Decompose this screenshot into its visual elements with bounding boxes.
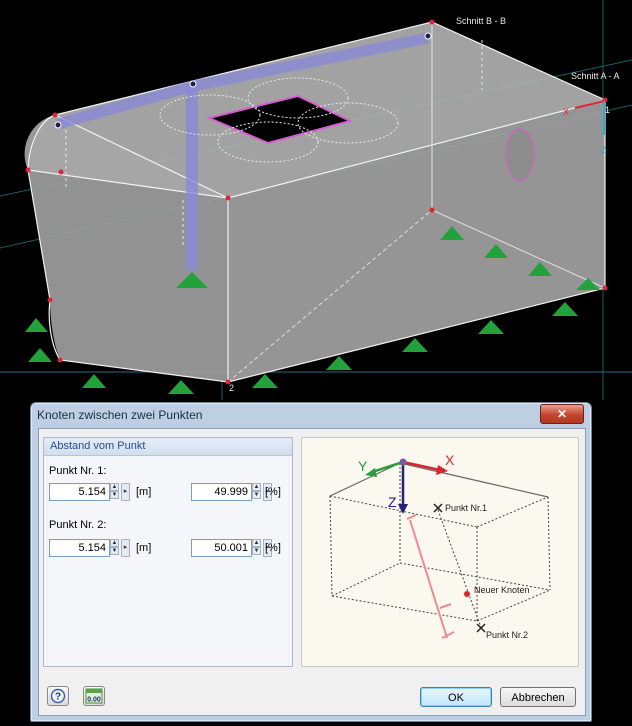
point2-distance-unit: [m] — [136, 542, 152, 554]
point1-percent-unit: [%] — [265, 486, 281, 498]
preview-point1-label: Punkt Nr.1 — [445, 503, 487, 513]
dialog-body: Abstand vom Punkt Punkt Nr. 1: 5.154 ▲ ▼ … — [38, 428, 586, 716]
units-caption: 0.00 — [87, 697, 101, 704]
point2-percent-unit: [%] — [265, 542, 281, 554]
point2-percent-spinner[interactable]: ▲ ▼ — [252, 539, 261, 557]
point1-distance-value[interactable]: 5.154 — [49, 483, 110, 501]
units-button[interactable]: 0.00 — [83, 686, 105, 706]
ok-button[interactable]: OK — [420, 687, 492, 707]
point1-percent-value[interactable]: 49.999 — [191, 483, 252, 501]
distance-group: Abstand vom Punkt Punkt Nr. 1: 5.154 ▲ ▼ … — [43, 437, 293, 667]
node-label: 2 — [229, 383, 234, 393]
point1-distance-unit: [m] — [136, 486, 152, 498]
preview-axis-y: Y — [358, 458, 368, 474]
help-button[interactable]: ? — [47, 686, 69, 706]
preview-axis-x: X — [445, 452, 455, 468]
point1-distance-arrow-icon[interactable]: ▸ — [121, 483, 130, 501]
node-label: 1 — [605, 105, 610, 115]
cancel-button[interactable]: Abbrechen — [500, 687, 576, 707]
point1-label: Punkt Nr. 1: — [49, 465, 107, 477]
node-between-points-dialog[interactable]: Knoten zwischen zwei Punkten ✕ Abstand v… — [30, 402, 592, 722]
point1-distance-spinner[interactable]: ▲ ▼ — [110, 483, 119, 501]
preview-point2-label: Punkt Nr.2 — [486, 630, 528, 640]
point2-distance-value[interactable]: 5.154 — [49, 539, 110, 557]
point2-distance-spinner[interactable]: ▲ ▼ — [110, 539, 119, 557]
group-title: Abstand vom Punkt — [50, 440, 146, 452]
section-a-label: Schnitt A - A — [571, 71, 620, 81]
axis-x-label: X — [563, 107, 569, 117]
dialog-titlebar[interactable]: Knoten zwischen zwei Punkten ✕ — [31, 403, 591, 427]
point2-label: Punkt Nr. 2: — [49, 519, 107, 531]
dialog-title: Knoten zwischen zwei Punkten — [37, 408, 203, 422]
structure-model[interactable] — [24, 19, 608, 385]
preview-new-node-label: Neuer Knoten — [474, 585, 530, 595]
point1-percent-spinner[interactable]: ▲ ▼ — [252, 483, 261, 501]
wall-opening — [505, 128, 535, 182]
help-icon: ? — [50, 688, 66, 704]
group-header: Abstand vom Punkt — [44, 438, 292, 456]
svg-text:?: ? — [55, 692, 61, 703]
column — [186, 86, 198, 270]
axis-z-label: Z — [601, 145, 607, 155]
point2-percent-value[interactable]: 50.001 — [191, 539, 252, 557]
close-button[interactable]: ✕ — [540, 404, 584, 424]
preview-axis-z: Z — [388, 494, 397, 510]
section-b-label: Schnitt B - B — [456, 16, 506, 26]
point2-distance-arrow-icon[interactable]: ▸ — [121, 539, 130, 557]
units-icon: 0.00 — [85, 688, 103, 704]
preview-image: X Y Z Punkt Nr.1 Neuer Knoten Punkt Nr.2 — [301, 437, 579, 667]
